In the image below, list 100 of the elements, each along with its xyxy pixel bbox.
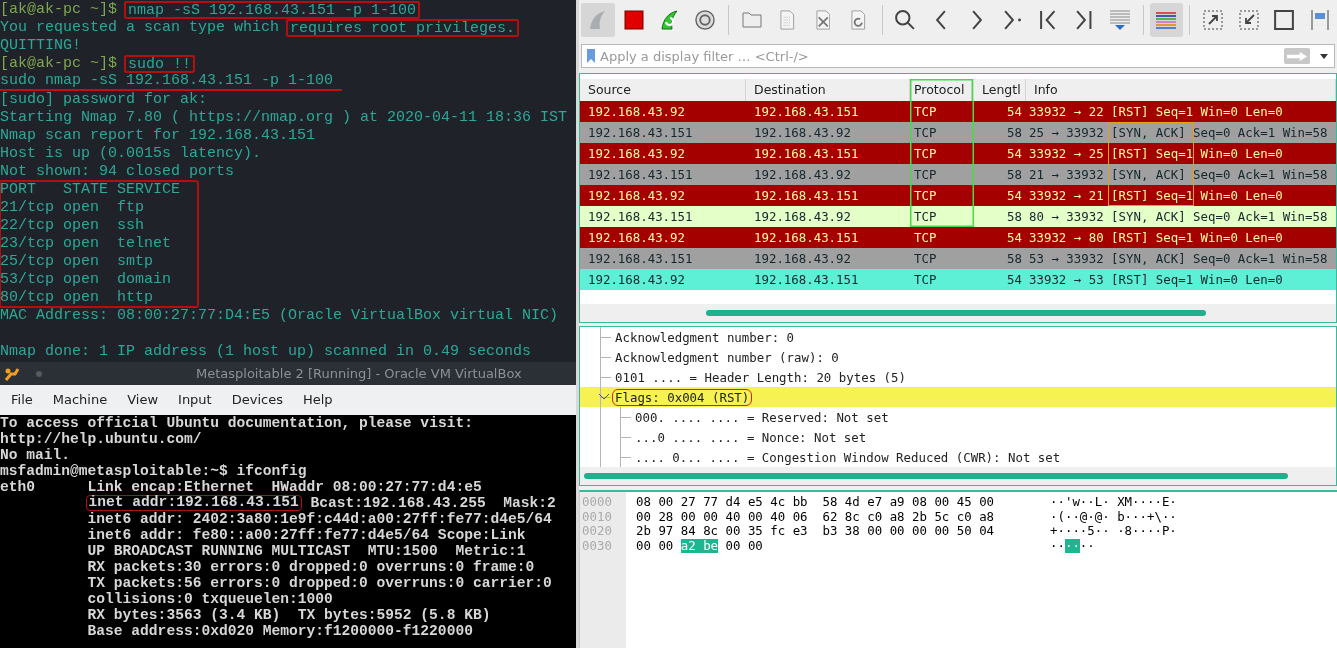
terminal-text: Host is up (0.0015s latency). xyxy=(0,145,262,162)
table-cell-text: 54 xyxy=(1006,272,1023,287)
terminal-text: To access official Ubuntu documentation, please visit: xyxy=(0,415,473,431)
table-cell-text: 58 xyxy=(1006,167,1023,182)
terminal-text: PORT STATE SERVICE xyxy=(0,181,181,198)
packet-row[interactable]: 192.168.43.92 192.168.43.151 TCP 54 33932 → 22 [RST] Seq=1 Win=0 Len=0 xyxy=(580,101,1336,122)
scrollbar-thumb[interactable] xyxy=(706,310,1206,316)
packet-row[interactable]: 192.168.43.151 192.168.43.92 TCP 58 80 → 33932 [SYN, ACK] Seq=0 Ack=1 Win=58 xyxy=(580,206,1336,227)
table-cell-text: 192.168.43.151 xyxy=(753,188,860,203)
table-cell: TCP xyxy=(910,185,974,206)
hex-bytes[interactable]: 00 00 xyxy=(636,538,674,553)
table-cell: TCP xyxy=(910,206,974,227)
hex-bytes[interactable]: 00 28 00 00 40 00 40 06 62 8c c0 a8 2b 5c c0 a8 xyxy=(636,509,995,524)
shell-prompt: [ak@ak-pc ~]$ xyxy=(0,55,118,72)
menu-item[interactable]: Devices xyxy=(221,389,293,411)
tree-row[interactable]: Flags: 0x004 (RST) xyxy=(580,387,1336,407)
hex-bytes[interactable]: 08 00 27 77 d4 e5 4c bb 58 4d e7 a9 08 00 45 00 xyxy=(636,495,995,510)
caret-icon[interactable] xyxy=(596,394,612,400)
ascii-text[interactable]: ·· xyxy=(1079,538,1095,553)
table-cell-text: 192.168.43.151 xyxy=(587,167,694,182)
table-cell: TCP xyxy=(910,122,974,143)
scrollbar[interactable] xyxy=(580,467,1336,485)
filter-input[interactable]: Apply a display filter … <Ctrl-/> xyxy=(600,48,1280,64)
table-cell: TCP xyxy=(910,164,974,185)
table-cell-text: TCP xyxy=(913,251,938,266)
stop-icon xyxy=(623,10,644,30)
bookmark-icon[interactable] xyxy=(586,48,596,64)
table-cell-text: TCP xyxy=(913,272,938,287)
ascii-text[interactable]: +····5·· ·8····P· xyxy=(1050,524,1177,539)
caret-icon[interactable] xyxy=(1320,53,1328,59)
chevron-right-icon xyxy=(971,10,982,30)
packet-row[interactable]: 192.168.43.92 192.168.43.151 TCP 54 33932 → 25 [RST] Seq=1 Win=0 Len=0 xyxy=(580,143,1336,164)
terminal-text: Base address:0xd020 Memory:f1200000-f1220000 xyxy=(87,623,473,639)
packet-row[interactable]: 192.168.43.151 192.168.43.92 TCP 58 53 → 33932 [SYN, ACK] Seq=0 Ack=1 Win=58 xyxy=(580,248,1336,269)
reload-icon xyxy=(851,10,866,30)
packet-row[interactable]: 192.168.43.92 192.168.43.151 TCP 54 33932 → 53 [RST] Seq=1 Win=0 Len=0 xyxy=(580,269,1336,290)
menu-item[interactable]: File xyxy=(0,389,43,411)
table-cell-text: 192.168.43.92 xyxy=(587,146,686,161)
table-cell-text: 54 xyxy=(1006,188,1023,203)
terminal-text: RX bytes:3563 (3.4 KB) TX bytes:5952 (5.8 KB) xyxy=(87,607,491,623)
terminal-text: 53/tcp open domain xyxy=(0,271,172,288)
hex-bytes[interactable]: 2b 97 84 8c 00 35 fc e3 b3 38 00 00 00 00 50 04 xyxy=(636,524,995,539)
tree-item-text: Flags: 0x004 (RST) xyxy=(612,388,753,406)
column-resize-icon xyxy=(1311,10,1330,30)
table-cell-text: 192.168.43.151 xyxy=(753,230,860,245)
table-cell-text: 58 xyxy=(1006,209,1023,224)
folder-icon xyxy=(741,12,762,28)
scrollbar-thumb[interactable] xyxy=(584,473,1288,479)
menu-item[interactable]: Input xyxy=(168,389,222,411)
dot-icon xyxy=(36,370,42,377)
table-cell-text: 192.168.43.92 xyxy=(587,188,686,203)
lines-arrow-icon xyxy=(1109,10,1130,30)
ascii-text[interactable]: ·· xyxy=(1050,538,1065,553)
shell-prompt: [ak@ak-pc ~]$ xyxy=(0,1,118,18)
terminal-text: Nmap done: 1 IP address (1 host up) scanned in 0.49 seconds xyxy=(0,343,532,360)
table-cell-text: 53 → 33932 [SYN, ACK] Seq=0 Ack=1 Win=58 xyxy=(1028,250,1329,268)
table-cell: 33932 → 21 [RST] Seq=1 Win=0 Len=0 xyxy=(1026,185,1336,206)
terminal-text: 25/tcp open smtp xyxy=(0,253,154,270)
table-cell-text: 192.168.43.92 xyxy=(587,230,686,245)
table-cell-text: 54 xyxy=(1006,230,1023,245)
table-cell-text: 33932 → 22 [RST] Seq=1 Win=0 Len=0 xyxy=(1028,103,1284,121)
zoom-in-icon xyxy=(1203,10,1224,30)
terminal-text: nmap -sS 192.168.43.151 -p 1-100 xyxy=(124,1,421,19)
terminal-text: Nmap scan report for 192.168.43.151 xyxy=(0,127,316,144)
terminal-text: QUITTING! xyxy=(0,37,81,54)
filter-field[interactable]: Apply a display filter … <Ctrl-/> xyxy=(581,44,1335,68)
terminal-text: TX packets:56 errors:0 dropped:0 overruns:0 carrier:0 xyxy=(87,575,552,591)
tree-item-text: 000. .... .... = Reserved: Not set xyxy=(634,409,890,425)
square-icon xyxy=(1274,10,1295,30)
skip-start-icon xyxy=(1040,10,1057,30)
table-cell-text: 80 → 33932 [SYN, ACK] Seq=0 Ack=1 Win=58 xyxy=(1028,208,1329,226)
menu-item[interactable]: Machine xyxy=(42,389,118,411)
packet-row[interactable]: 192.168.43.92 192.168.43.151 TCP 54 33932 → 80 [RST] Seq=1 Win=0 Len=0 xyxy=(580,227,1336,248)
table-cell-text: TCP xyxy=(913,230,938,245)
terminal-text: inet6 addr: 2402:3a80:1e9f:c44d:a00:27ff:fe77:d4e5/64 xyxy=(87,511,552,527)
chevron-left-icon xyxy=(936,10,947,30)
table-cell-text: 192.168.43.92 xyxy=(753,167,852,182)
ascii-text[interactable]: ··'w··L· XM····E· xyxy=(1050,495,1177,510)
scrollbar[interactable] xyxy=(580,304,1336,322)
terminal-text: msfadmin@metasploitable:~$ ifconfig xyxy=(0,463,307,479)
table-cell-text: 58 xyxy=(1006,125,1023,140)
terminal-text: Bcast:192.168.43.255 Mask:2 xyxy=(310,495,556,511)
chevron-dot-icon xyxy=(1003,10,1022,30)
tree-item-text: .... 0... .... = Congestion Window Reduced (CWR): Not set xyxy=(634,449,1062,465)
ascii-text[interactable]: ·(··@·@· b···+\·· xyxy=(1050,509,1177,524)
search-icon xyxy=(895,10,916,30)
packet-row[interactable]: 192.168.43.92 192.168.43.151 TCP 54 33932 → 21 [RST] Seq=1 Win=0 Len=0 xyxy=(580,185,1336,206)
table-cell: TCP xyxy=(910,101,974,122)
packet-row[interactable]: 192.168.43.151 192.168.43.92 TCP 58 21 → 33932 [SYN, ACK] Seq=0 Ack=1 Win=58 xyxy=(580,164,1336,185)
menu-item[interactable]: Help xyxy=(292,389,343,411)
hex-offset: 0010 xyxy=(581,509,613,524)
menu-item[interactable]: View xyxy=(117,389,169,411)
hex-bytes[interactable]: 00 00 xyxy=(725,538,763,553)
terminal-text: Not shown: 94 closed ports xyxy=(0,163,235,180)
terminal-text: 21/tcp open ftp xyxy=(0,199,145,216)
terminal-text: sudo nmap -sS 192.168.43.151 -p 1-100 xyxy=(0,73,343,91)
table-cell-text: 192.168.43.151 xyxy=(587,251,694,266)
toolbar-button[interactable] xyxy=(1149,3,1184,37)
packet-row[interactable]: 192.168.43.151 192.168.43.92 TCP 58 25 → 33932 [SYN, ACK] Seq=0 Ack=1 Win=58 xyxy=(580,122,1336,143)
fin-icon xyxy=(589,10,607,30)
